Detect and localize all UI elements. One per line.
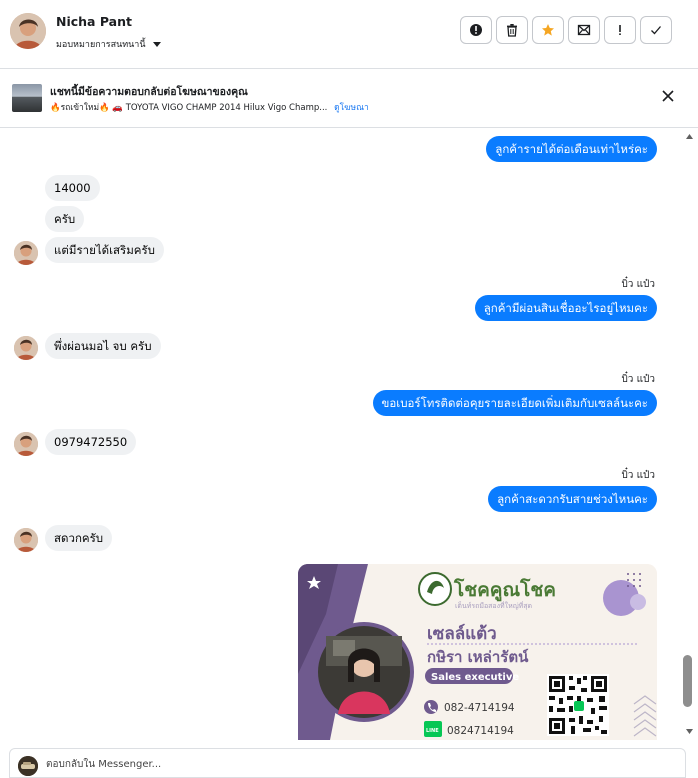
message-incoming[interactable]: สดวกครับ bbox=[45, 525, 113, 551]
qr-code-icon bbox=[547, 674, 609, 736]
contact-name[interactable]: Nicha Pant bbox=[56, 14, 132, 29]
card-line-id: 0824714194 bbox=[447, 725, 514, 737]
reply-composer bbox=[9, 748, 686, 778]
mark-unread-button[interactable] bbox=[568, 16, 600, 44]
sender-name: บิ๋ว แป๋ว bbox=[621, 470, 655, 481]
message-incoming[interactable]: แต่มีรายได้เสริมครับ bbox=[45, 237, 164, 263]
message-incoming[interactable]: 14000 bbox=[45, 175, 100, 201]
assign-conversation-dropdown[interactable]: มอบหมายการสนทนานี้ bbox=[56, 37, 161, 51]
star-icon bbox=[542, 24, 554, 36]
ad-subtitle-text: 🔥รถเข้าใหม่🔥 🚗 TOYOTA VIGO CHAMP 2014 Hi… bbox=[50, 103, 328, 113]
message-outgoing[interactable]: ขอเบอร์โทรติดต่อคุยรายละเอียดเพิ่มเติมกั… bbox=[372, 390, 657, 416]
trash-icon bbox=[507, 24, 517, 37]
reply-input[interactable] bbox=[46, 755, 646, 773]
mark-done-button[interactable] bbox=[640, 16, 672, 44]
sender-name: บิ๋ว แป๋ว bbox=[621, 374, 655, 385]
card-role: Sales executive bbox=[431, 672, 519, 683]
checkmark-icon bbox=[651, 26, 661, 35]
card-phone: 082-4714194 bbox=[444, 702, 515, 714]
ad-subtitle: 🔥รถเข้าใหม่🔥 🚗 TOYOTA VIGO CHAMP 2014 Hi… bbox=[50, 100, 369, 114]
exclamation-icon bbox=[619, 25, 621, 35]
card-tagline: เต็นท์รถมือสองที่ใหญ่ที่สุด bbox=[455, 601, 532, 610]
conversation-header: Nicha Pant มอบหมายการสนทนานี้ bbox=[0, 0, 698, 69]
card-nickname: เซลล์แต้ว bbox=[427, 623, 497, 644]
scroll-thumb[interactable] bbox=[683, 655, 692, 707]
contact-avatar[interactable] bbox=[10, 13, 46, 49]
message-outgoing[interactable]: ลูกค้าสะดวกรับสายช่วงไหนคะ bbox=[488, 486, 657, 512]
star-button[interactable] bbox=[532, 16, 564, 44]
view-ad-link[interactable]: ดูโฆษณา bbox=[334, 103, 369, 113]
header-actions bbox=[460, 16, 672, 44]
close-icon bbox=[662, 90, 674, 102]
close-ad-banner-button[interactable] bbox=[660, 88, 676, 104]
card-fullname: กษิรา เหล่ารัตน์ bbox=[427, 648, 529, 666]
sender-name: บิ๋ว แป๋ว bbox=[621, 279, 655, 290]
message-incoming[interactable]: พึ่งผ่อนมอไ จบ ครับ bbox=[45, 333, 161, 359]
message-outgoing[interactable]: ลูกค้ารายได้ต่อเดือนเท่าไหร่คะ bbox=[486, 136, 657, 162]
report-button[interactable] bbox=[460, 16, 492, 44]
ad-thumbnail[interactable] bbox=[12, 84, 42, 112]
scroll-down-icon bbox=[686, 729, 693, 734]
contact-avatar-small bbox=[14, 241, 38, 265]
message-scrollbar[interactable] bbox=[683, 128, 696, 740]
contact-avatar-small bbox=[14, 336, 38, 360]
ad-title: แชทนี้มีข้อความตอบกลับต่อโฆษณาของคุณ bbox=[50, 86, 248, 98]
page-avatar bbox=[18, 756, 38, 776]
message-outgoing[interactable]: ลูกค้ามีผ่อนสินเชื่ออะไรอยู่ไหมคะ bbox=[474, 295, 657, 321]
alert-circle-icon bbox=[470, 24, 482, 36]
ad-reply-banner: แชทนี้มีข้อความตอบกลับต่อโฆษณาของคุณ 🔥รถ… bbox=[0, 69, 698, 128]
message-incoming[interactable]: 0979472550 bbox=[45, 429, 137, 455]
business-card-image[interactable]: โชคคูณโชค เต็นท์รถมือสองที่ใหญ่ที่สุด เซ… bbox=[298, 564, 657, 740]
message-list: ลูกค้ารายได้ต่อเดือนเท่าไหร่คะ 14000 ครั… bbox=[0, 128, 698, 740]
scroll-up-icon bbox=[686, 134, 693, 139]
line-badge: LINE bbox=[426, 728, 439, 734]
mark-unread-icon bbox=[577, 24, 591, 36]
contact-avatar-small bbox=[14, 432, 38, 456]
assign-label: มอบหมายการสนทนานี้ bbox=[56, 40, 146, 50]
delete-button[interactable] bbox=[496, 16, 528, 44]
message-incoming[interactable]: ครับ bbox=[45, 206, 85, 232]
caret-down-icon bbox=[152, 41, 161, 47]
contact-avatar-small bbox=[14, 528, 38, 552]
card-brand: โชคคูณโชค bbox=[453, 578, 556, 602]
spam-button[interactable] bbox=[604, 16, 636, 44]
